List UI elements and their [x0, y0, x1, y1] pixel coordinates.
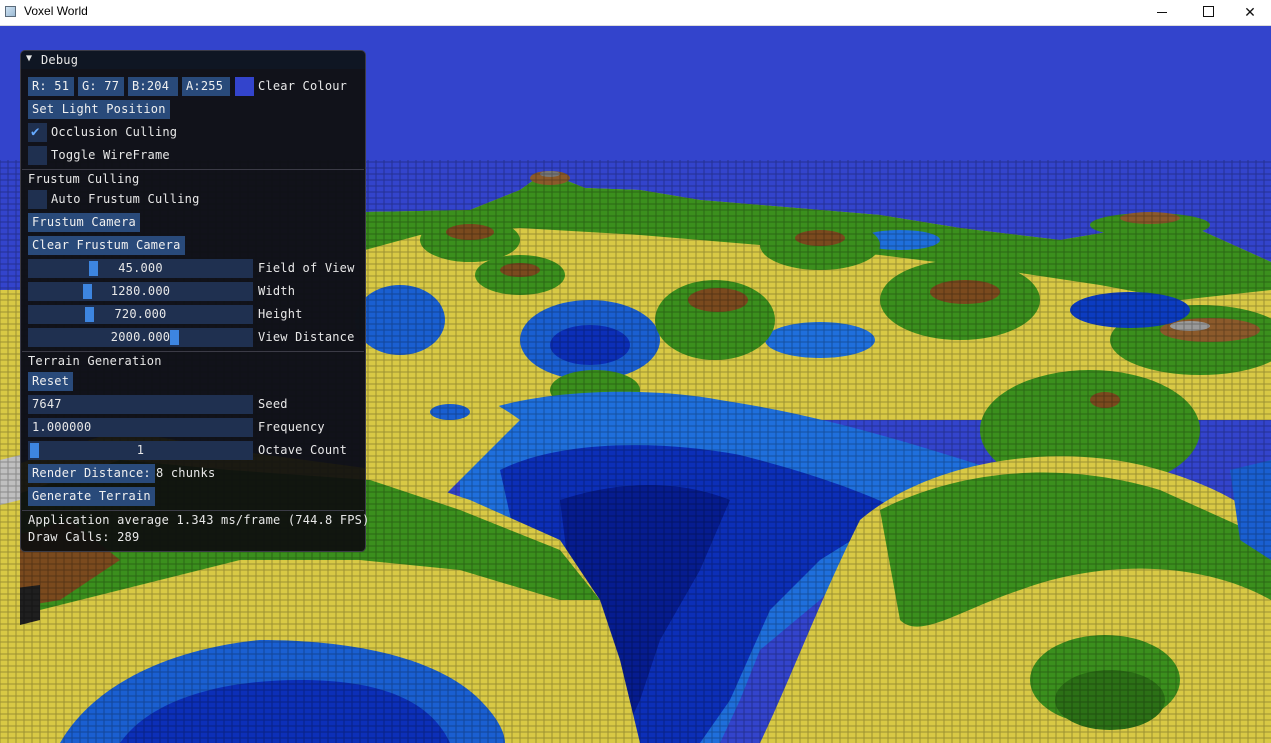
title-bar: Voxel World ✕ [0, 0, 1271, 26]
clear-colour-a-field[interactable]: A:255 [182, 77, 230, 96]
close-button[interactable]: ✕ [1227, 0, 1271, 25]
field-of-view-value: 45.000 [118, 261, 163, 275]
view-distance-label: View Distance [258, 330, 355, 344]
checkmark-icon: ✔ [31, 124, 40, 140]
field-of-view-slider[interactable]: 45.000 [28, 259, 253, 278]
generate-terrain-button[interactable]: Generate Terrain [28, 487, 155, 506]
separator [22, 510, 364, 511]
height-value: 720.000 [114, 307, 167, 321]
debug-panel[interactable]: ▼ Debug R: 51 G: 77 B:204 A:255 Clear Co… [20, 50, 369, 552]
debug-panel-header[interactable]: ▼ Debug [21, 51, 365, 69]
render-distance-value: 8 chunks [156, 466, 216, 480]
clear-colour-b-field[interactable]: B:204 [128, 77, 178, 96]
auto-frustum-culling-checkbox[interactable] [28, 190, 47, 209]
collapse-arrow-icon[interactable]: ▼ [26, 53, 32, 64]
view-distance-value: 2000.000 [110, 330, 171, 344]
frustum-culling-heading: Frustum Culling [28, 172, 140, 186]
slider-grab[interactable] [85, 307, 95, 322]
frame-time-stat: Application average 1.343 ms/frame (744.… [28, 513, 370, 527]
maximize-icon [1202, 6, 1214, 18]
height-slider[interactable]: 720.000 [28, 305, 253, 324]
frequency-label: Frequency [258, 420, 325, 434]
frequency-input[interactable]: 1.000000 [28, 418, 253, 437]
octave-count-value: 1 [136, 443, 145, 457]
app-icon [5, 6, 16, 17]
height-label: Height [258, 307, 303, 321]
clear-colour-g-field[interactable]: G: 77 [78, 77, 124, 96]
clear-colour-label: Clear Colour [258, 79, 348, 93]
minimize-button[interactable] [1139, 0, 1185, 25]
occlusion-culling-label: Occlusion Culling [51, 125, 178, 139]
field-of-view-label: Field of View [258, 261, 355, 275]
window-title: Voxel World [24, 4, 88, 18]
maximize-button[interactable] [1185, 0, 1231, 25]
reset-button[interactable]: Reset [28, 372, 74, 391]
clear-colour-swatch[interactable] [235, 77, 254, 96]
seed-label: Seed [258, 397, 288, 411]
close-icon: ✕ [1244, 4, 1256, 20]
octave-count-label: Octave Count [258, 443, 348, 457]
slider-grab[interactable] [83, 284, 92, 299]
octave-count-slider[interactable]: 1 [28, 441, 253, 460]
toggle-wireframe-label: Toggle WireFrame [51, 148, 170, 162]
render-distance-button[interactable]: Render Distance: [28, 464, 155, 483]
toggle-wireframe-checkbox[interactable] [28, 146, 47, 165]
view-distance-slider[interactable]: 2000.000 [28, 328, 253, 347]
debug-panel-title: Debug [41, 53, 79, 67]
minimize-icon [1157, 11, 1167, 13]
occlusion-culling-checkbox[interactable]: ✔ [28, 123, 47, 142]
width-slider[interactable]: 1280.000 [28, 282, 253, 301]
slider-grab[interactable] [169, 330, 179, 345]
clear-colour-r-field[interactable]: R: 51 [28, 77, 74, 96]
draw-calls-stat: Draw Calls: 289 [28, 530, 140, 544]
seed-input[interactable]: 7647 [28, 395, 253, 414]
terrain-generation-heading: Terrain Generation [28, 354, 162, 368]
slider-grab[interactable] [30, 443, 39, 458]
frustum-camera-button[interactable]: Frustum Camera [28, 213, 140, 232]
width-value: 1280.000 [110, 284, 171, 298]
auto-frustum-culling-label: Auto Frustum Culling [51, 192, 200, 206]
width-label: Width [258, 284, 296, 298]
set-light-position-button[interactable]: Set Light Position [28, 100, 170, 119]
slider-grab[interactable] [89, 261, 99, 276]
clear-frustum-camera-button[interactable]: Clear Frustum Camera [28, 236, 185, 255]
